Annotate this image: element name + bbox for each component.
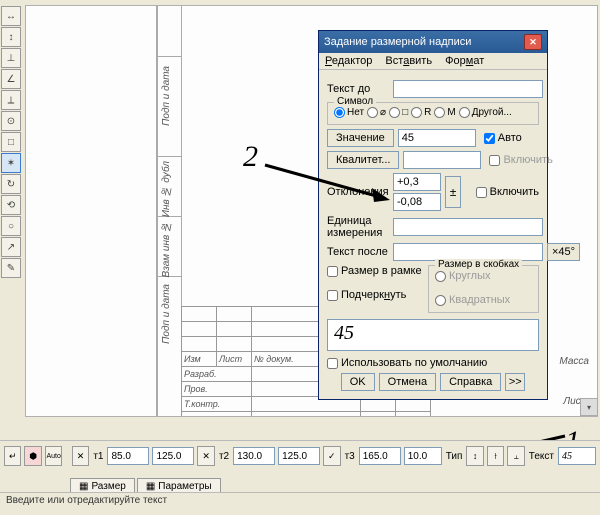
tool-btn[interactable]: ∠ xyxy=(1,69,21,89)
square-brackets[interactable]: Квадратных xyxy=(435,294,532,306)
side-label: Подп и дата xyxy=(161,284,172,344)
symbol-other[interactable]: Другой... xyxy=(459,107,512,118)
point1-icon[interactable]: ✕ xyxy=(72,446,89,466)
preview-box: 45 xyxy=(327,319,539,351)
help-button[interactable]: Справка xyxy=(440,373,501,391)
brackets-caption: Размер в скобках xyxy=(435,259,522,270)
more-button[interactable]: >> xyxy=(505,373,525,391)
bottom-toolbar: ↵ ⬢ Auto ✕ т1 ✕ т2 ✓ т3 Тип ↕ ⟊ ⫠ Текст xyxy=(0,440,600,471)
unit-label: Единица измерения xyxy=(327,215,389,239)
tool-btn[interactable]: ⟲ xyxy=(1,195,21,215)
x2-input[interactable] xyxy=(233,447,275,465)
side-label: Инв № дубл xyxy=(161,161,172,217)
symbol-diam[interactable]: ⌀ xyxy=(367,107,386,118)
text-before-input[interactable] xyxy=(393,80,543,98)
titleblock-mass: Масса xyxy=(559,356,589,367)
auto-icon[interactable]: Auto xyxy=(45,446,62,466)
type-icon[interactable]: ↕ xyxy=(466,446,483,466)
dialog-titlebar[interactable]: Задание размерной надписи ✕ xyxy=(319,31,547,53)
menu-insert[interactable]: Вставить xyxy=(385,55,432,67)
round-brackets[interactable]: Круглых xyxy=(435,270,532,282)
frame-checkbox[interactable]: Размер в рамке xyxy=(327,265,424,277)
tool-btn[interactable]: ↗ xyxy=(1,237,21,257)
menu-format[interactable]: Формат xyxy=(445,55,484,67)
tab-icon: ▦ xyxy=(146,481,155,492)
status-bar: Введите или отредактируйте текст xyxy=(0,492,600,515)
side-label: Взам инв № xyxy=(161,221,172,277)
pt2-label: т2 xyxy=(219,451,229,462)
symbol-group: Символ Нет ⌀ □ R М Другой... xyxy=(327,102,539,125)
tool-btn-active[interactable]: ✶ xyxy=(1,153,21,173)
symbol-square[interactable]: □ xyxy=(389,107,408,118)
type2-icon[interactable]: ⟊ xyxy=(487,446,504,466)
value-input[interactable] xyxy=(398,129,476,147)
qualitet-button[interactable]: Квалитет... xyxy=(327,151,399,169)
side-label: Подп и дата xyxy=(161,66,172,126)
point2-icon[interactable]: ✕ xyxy=(197,446,214,466)
menu-editor[interactable]: Редактор xyxy=(325,55,372,67)
qualitet-input[interactable] xyxy=(403,151,481,169)
pt3-label: т3 xyxy=(345,451,355,462)
default-checkbox[interactable]: Использовать по умолчанию xyxy=(327,357,539,369)
type-label: Тип xyxy=(446,451,463,462)
underline-checkbox[interactable]: Подчеркнуть xyxy=(327,289,424,301)
point3-icon[interactable]: ✓ xyxy=(323,446,340,466)
text-after-label: Текст после xyxy=(327,246,389,258)
dialog-title: Задание размерной надписи xyxy=(324,36,471,48)
symbol-none[interactable]: Нет xyxy=(334,107,364,118)
tool-btn[interactable]: □ xyxy=(1,132,21,152)
mult45-button[interactable]: ×45° xyxy=(547,243,580,261)
symbol-m[interactable]: М xyxy=(434,107,455,118)
text-before-label: Текст до xyxy=(327,83,389,95)
left-toolbar: ↔ ↕ ⊥ ∠ ⟂ ⊙ □ ✶ ↻ ⟲ ○ ↗ ✎ xyxy=(0,5,20,279)
y3-input[interactable] xyxy=(404,447,442,465)
tool-btn[interactable]: ⟂ xyxy=(1,90,21,110)
scroll-corner[interactable]: ▾ xyxy=(580,398,598,416)
stop-icon[interactable]: ⬢ xyxy=(24,446,41,466)
type3-icon[interactable]: ⫠ xyxy=(507,446,524,466)
deviation-lower-input[interactable] xyxy=(393,193,441,211)
ok-button[interactable]: OK xyxy=(341,373,375,391)
dialog-menubar: Редактор Вставить Формат xyxy=(319,53,547,70)
tool-btn[interactable]: ↔ xyxy=(1,6,21,26)
tool-btn[interactable]: ↻ xyxy=(1,174,21,194)
symbol-caption: Символ xyxy=(334,96,376,107)
tool-btn[interactable]: ⊙ xyxy=(1,111,21,131)
x3-input[interactable] xyxy=(359,447,401,465)
auto-checkbox[interactable]: Авто xyxy=(484,132,546,144)
deviations-label: Отклонения xyxy=(327,186,389,198)
deviation-include[interactable]: Включить xyxy=(476,186,539,198)
tool-btn[interactable]: ✎ xyxy=(1,258,21,278)
deviation-upper-input[interactable] xyxy=(393,173,441,191)
pt1-label: т1 xyxy=(93,451,103,462)
plus-minus-icon[interactable]: ± xyxy=(445,176,461,208)
qualitet-include[interactable]: Включить xyxy=(489,154,551,166)
y2-input[interactable] xyxy=(278,447,320,465)
apply-icon[interactable]: ↵ xyxy=(4,446,21,466)
text-label: Текст xyxy=(529,451,554,462)
x1-input[interactable] xyxy=(107,447,149,465)
tool-btn[interactable]: ○ xyxy=(1,216,21,236)
unit-input[interactable] xyxy=(393,218,543,236)
cancel-button[interactable]: Отмена xyxy=(379,373,436,391)
dimension-text-dialog: Задание размерной надписи ✕ Редактор Вст… xyxy=(318,30,548,400)
value-button[interactable]: Значение xyxy=(327,129,394,147)
text-input[interactable] xyxy=(558,447,596,465)
tool-btn[interactable]: ↕ xyxy=(1,27,21,47)
y1-input[interactable] xyxy=(152,447,194,465)
symbol-r[interactable]: R xyxy=(411,107,431,118)
close-icon[interactable]: ✕ xyxy=(524,34,542,50)
tab-icon: ▦ xyxy=(79,481,88,492)
tool-btn[interactable]: ⊥ xyxy=(1,48,21,68)
